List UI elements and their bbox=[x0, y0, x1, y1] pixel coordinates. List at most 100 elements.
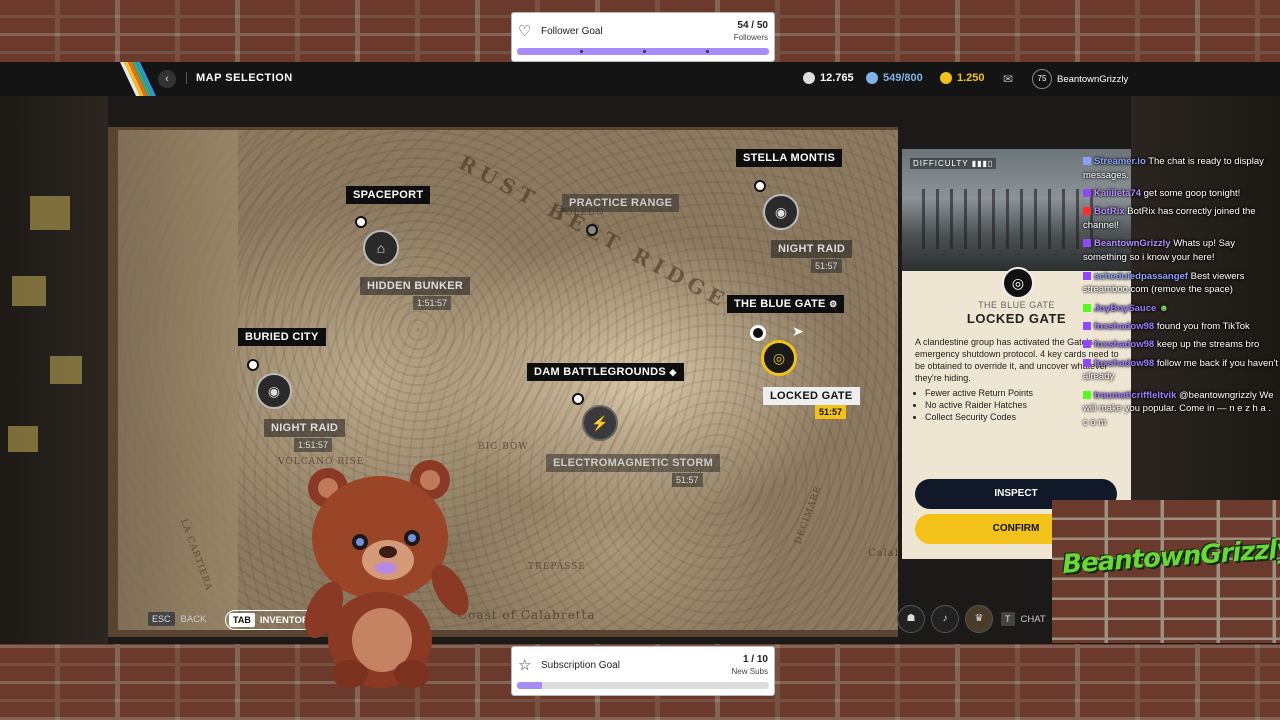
goal-marker bbox=[580, 50, 583, 53]
storage-counter: 549/800 bbox=[866, 72, 923, 84]
tab-key: TAB bbox=[229, 613, 255, 627]
subscription-goal-widget: ☆ Subscription Goal 1 / 10 New Subs bbox=[511, 646, 775, 696]
night-raid-icon[interactable]: ◉ bbox=[763, 194, 799, 230]
chat-text: keep up the streams bro bbox=[1156, 339, 1260, 351]
map-marker-buried-city[interactable] bbox=[247, 359, 259, 371]
goal-value: 1 / 10 bbox=[742, 654, 768, 665]
terrain-label: DECIMARE bbox=[793, 484, 824, 546]
timer-hidden-bunker: 1:51:57 bbox=[413, 296, 452, 310]
map-label-night-raid-2[interactable]: NIGHT RAID bbox=[264, 419, 346, 437]
back-label: BACK bbox=[180, 613, 207, 625]
back-chevron-icon[interactable]: ‹ bbox=[158, 70, 176, 88]
chat-message: BotRix BotRix has correctly joined the c… bbox=[1083, 205, 1278, 233]
map-label-em-storm[interactable]: ELECTROMAGNETIC STORM bbox=[546, 454, 721, 472]
map-label-night-raid-1[interactable]: NIGHT RAID bbox=[771, 240, 853, 258]
map-marker-stella-montis[interactable] bbox=[754, 180, 766, 192]
channel-logo: BeantownGrizzly bbox=[1052, 500, 1280, 643]
map-marker-practice-range[interactable] bbox=[586, 224, 598, 236]
emote-icon: ☻ bbox=[1158, 302, 1169, 314]
goal-marker bbox=[643, 50, 646, 53]
crew-icon[interactable]: ☗ bbox=[897, 605, 925, 633]
twitch-icon bbox=[1083, 189, 1091, 198]
map-marker-blue-gate[interactable] bbox=[750, 325, 766, 341]
platform-icon bbox=[1083, 157, 1091, 165]
credits-value: 12.765 bbox=[820, 72, 854, 84]
channel-logo-text: BeantownGrizzly bbox=[1061, 533, 1280, 581]
chat-text: found you from TikTok bbox=[1156, 320, 1250, 332]
map-label-locked-gate[interactable]: LOCKED GATE bbox=[763, 387, 860, 405]
hint-back[interactable]: ESC BACK bbox=[148, 612, 206, 626]
chat-user: Streamer.io bbox=[1094, 156, 1146, 167]
blue-gate-name: THE BLUE GATE bbox=[734, 298, 826, 310]
chat-user: foxshadow98 bbox=[1094, 339, 1155, 351]
modifier-item: Fewer active Return Points bbox=[925, 387, 1033, 399]
map-marker-spaceport[interactable] bbox=[355, 216, 367, 228]
lightning-storm-icon[interactable]: ⚡ bbox=[582, 405, 618, 441]
twitch-icon bbox=[1083, 340, 1091, 349]
player-avatar-icon[interactable]: ♛ bbox=[965, 605, 993, 633]
twitch-icon bbox=[1083, 239, 1091, 248]
locked-gate-icon[interactable]: ◎ bbox=[761, 340, 797, 376]
stream-chat: Streamer.io The chat is ready to display… bbox=[1083, 155, 1278, 435]
kick-icon bbox=[1083, 303, 1091, 312]
cash-counter: 1.250 bbox=[940, 72, 985, 84]
chat-message: foxshadow98 found you from TikTok bbox=[1083, 320, 1278, 334]
heart-icon: ♡ bbox=[518, 23, 532, 40]
map-label-hidden-bunker[interactable]: HIDDEN BUNKER bbox=[360, 277, 471, 295]
chat-user: BotRix bbox=[1094, 206, 1125, 218]
map-label-practice-range[interactable]: PRACTICE RANGE bbox=[562, 194, 680, 212]
goal-label: Subscription Goal bbox=[541, 660, 620, 671]
follower-goal-widget: ♡ Follower Goal 54 / 50 Followers bbox=[511, 12, 775, 62]
star-icon: ☆ bbox=[518, 657, 532, 674]
mail-button[interactable]: ✉ bbox=[1003, 72, 1013, 86]
map-coastline bbox=[118, 130, 238, 630]
chat-message: traumaticriffleltvik @beantowngrizzly We… bbox=[1083, 389, 1278, 430]
map-label-spaceport[interactable]: SPACEPORT bbox=[346, 186, 431, 204]
credits-icon bbox=[803, 72, 815, 84]
modifier-item: No active Raider Hatches bbox=[925, 399, 1033, 411]
cash-icon bbox=[940, 72, 952, 84]
map-marker-dam[interactable] bbox=[572, 393, 584, 405]
chat-message: BeantownGrizzly Whats up! Say something … bbox=[1083, 237, 1278, 265]
map-label-stella-montis[interactable]: STELLA MONTIS bbox=[736, 149, 843, 167]
chat-message: scheduledpassangef Best viewers streambo… bbox=[1083, 270, 1278, 298]
timer-locked-gate: 51:57 bbox=[815, 405, 847, 419]
mouse-cursor-icon: ➤ bbox=[792, 323, 804, 339]
modifier-item: Collect Security Codes bbox=[925, 411, 1033, 423]
timer-night-raid-1: 51:57 bbox=[811, 259, 842, 273]
cash-value: 1.250 bbox=[957, 72, 985, 84]
chat-label: CHAT bbox=[1020, 613, 1046, 625]
map-label-buried-city[interactable]: BURIED CITY bbox=[238, 328, 326, 346]
hint-chat[interactable]: T CHAT bbox=[1001, 612, 1046, 626]
chat-user: JoyBoySauce bbox=[1094, 302, 1157, 314]
rainbow-logo-icon bbox=[120, 62, 156, 96]
terrain-label: BIG BOW bbox=[478, 442, 529, 452]
bear-mascot-icon bbox=[304, 460, 469, 688]
t-key: T bbox=[1001, 612, 1015, 626]
bunker-icon[interactable]: ⌂ bbox=[363, 230, 399, 266]
twitch-icon bbox=[1083, 271, 1091, 280]
mail-icon: ✉ bbox=[1003, 72, 1014, 86]
timer-em-storm: 51:57 bbox=[672, 473, 703, 487]
chat-message: Streamer.io The chat is ready to display… bbox=[1083, 155, 1278, 183]
page-title: MAP SELECTION bbox=[186, 72, 293, 84]
goal-unit: Followers bbox=[733, 33, 768, 42]
goal-progress-fill bbox=[517, 682, 543, 689]
storage-icon bbox=[866, 72, 878, 84]
chat-message: foxshadow98 keep up the streams bro bbox=[1083, 338, 1278, 352]
youtube-icon bbox=[1083, 207, 1091, 216]
night-raid-icon[interactable]: ◉ bbox=[256, 373, 292, 409]
sticky-note bbox=[8, 426, 38, 452]
goal-label: Follower Goal bbox=[541, 26, 603, 37]
level-badge: 75 bbox=[1032, 69, 1052, 89]
voice-speaker-icon[interactable]: ♪ bbox=[931, 605, 959, 633]
goal-marker bbox=[706, 50, 709, 53]
chat-text: get some goop tonight! bbox=[1143, 188, 1241, 200]
map-label-blue-gate[interactable]: THE BLUE GATE ⚙ bbox=[727, 295, 845, 313]
chat-message: JoyBoySauce ☻ bbox=[1083, 302, 1278, 316]
goal-progress-track bbox=[517, 682, 769, 689]
chat-message: Kaiiiieta74 get some goop tonight! bbox=[1083, 187, 1278, 201]
player-profile[interactable]: 75 BeantownGrizzly bbox=[1032, 69, 1128, 89]
settings-gear-icon: ⚙ bbox=[829, 299, 838, 309]
map-label-dam-battlegrounds[interactable]: DAM BATTLEGROUNDS ◈ bbox=[527, 363, 684, 381]
